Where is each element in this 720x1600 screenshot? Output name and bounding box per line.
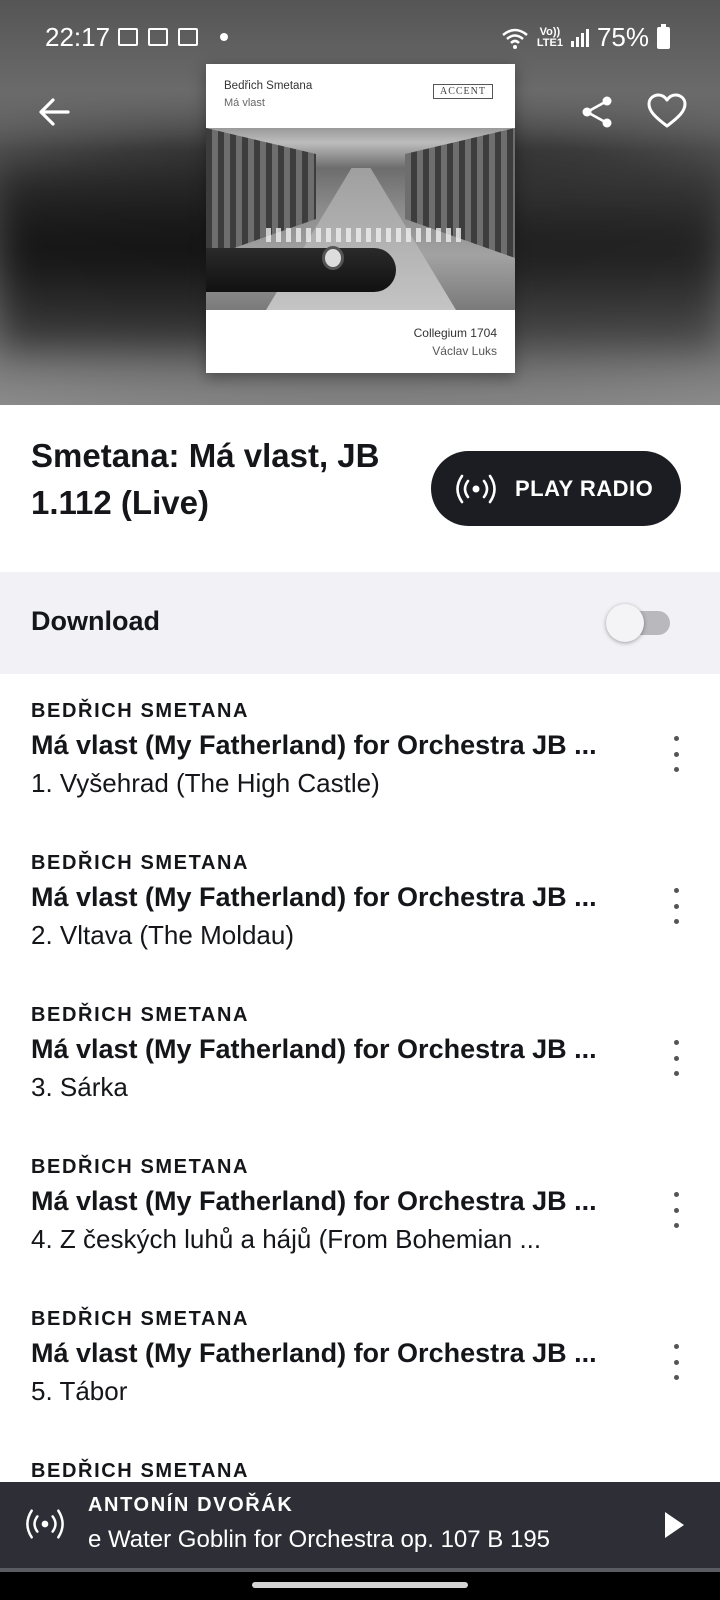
- track-composer: BEDŘICH SMETANA: [31, 1156, 250, 1178]
- track-composer: BEDŘICH SMETANA: [31, 1460, 250, 1482]
- album-hero: 22:17 Vo)) LTE1 75% Bedřich Smetana Má v…: [0, 0, 720, 405]
- volte-label: Vo)): [539, 25, 561, 38]
- track-name: 1. Vyšehrad (The High Castle): [31, 768, 380, 798]
- album-title: Smetana: Má vlast, JB 1.112 (Live): [31, 437, 380, 521]
- track-row[interactable]: BEDŘICH SMETANA Má vlast (My Fatherland)…: [0, 674, 720, 826]
- track-composer: BEDŘICH SMETANA: [31, 852, 250, 874]
- track-name: 3. Sárka: [31, 1072, 128, 1102]
- screen-cast-icon: [148, 28, 168, 46]
- play-radio-label: PLAY RADIO: [515, 475, 654, 501]
- download-toggle[interactable]: [606, 604, 670, 642]
- track-work: Má vlast (My Fatherland) for Orchestra J…: [31, 882, 597, 912]
- more-vertical-icon[interactable]: [664, 888, 688, 924]
- track-row[interactable]: BEDŘICH SMETANA Má vlast (My Fatherland)…: [0, 978, 720, 1130]
- photo-crosswalk: [266, 228, 466, 242]
- more-vertical-icon[interactable]: [664, 736, 688, 772]
- battery-icon: [657, 23, 670, 49]
- status-indicators: Vo)) LTE1 75%: [501, 22, 670, 53]
- arrow-left-icon[interactable]: [34, 92, 74, 132]
- play-radio-button[interactable]: PLAY RADIO: [431, 451, 681, 526]
- track-name: 4. Z českých luhů a hájů (From Bohemian …: [31, 1224, 542, 1254]
- mini-player[interactable]: ANTONÍN DVOŘÁK e Water Goblin for Orches…: [0, 1482, 720, 1568]
- cover-work: Má vlast: [224, 97, 265, 109]
- track-work: Má vlast (My Fatherland) for Orchestra J…: [31, 1338, 597, 1368]
- heart-outline-icon[interactable]: [647, 93, 687, 129]
- track-list: BEDŘICH SMETANA Má vlast (My Fatherland)…: [0, 674, 720, 1586]
- gallery-icon: [118, 28, 138, 46]
- track-work: Má vlast (My Fatherland) for Orchestra J…: [31, 730, 597, 760]
- photo-watch: [322, 246, 344, 270]
- share-icon[interactable]: [579, 94, 615, 130]
- more-vertical-icon[interactable]: [664, 1192, 688, 1228]
- cover-record-label: ACCENT: [433, 84, 493, 99]
- radio-broadcast-icon: [456, 474, 496, 503]
- more-vertical-icon[interactable]: [664, 1344, 688, 1380]
- download-row: Download: [0, 572, 720, 674]
- track-name: 2. Vltava (The Moldau): [31, 920, 295, 950]
- track-work: Má vlast (My Fatherland) for Orchestra J…: [31, 1186, 597, 1216]
- track-composer: BEDŘICH SMETANA: [31, 700, 250, 722]
- system-nav-bar: [0, 1572, 720, 1600]
- hero-backdrop-right: [490, 170, 720, 350]
- wifi-icon: [502, 28, 528, 49]
- track-composer: BEDŘICH SMETANA: [31, 1004, 250, 1026]
- signal-bars-icon: [570, 28, 589, 47]
- track-row[interactable]: BEDŘICH SMETANA Má vlast (My Fatherland)…: [0, 826, 720, 978]
- battery-percent: 75%: [596, 22, 649, 52]
- track-row[interactable]: BEDŘICH SMETANA Má vlast (My Fatherland)…: [0, 1282, 720, 1434]
- track-row[interactable]: BEDŘICH SMETANA Má vlast (My Fatherland)…: [0, 1130, 720, 1282]
- album-cover: Bedřich Smetana Má vlast ACCENT Collegiu…: [206, 64, 515, 373]
- cover-composer: Bedřich Smetana: [224, 80, 313, 92]
- home-gesture-handle[interactable]: [252, 1582, 468, 1588]
- track-work: Má vlast (My Fatherland) for Orchestra J…: [31, 1034, 597, 1064]
- cover-photo: [206, 128, 515, 310]
- more-notifications-icon: [220, 33, 228, 41]
- download-label: Download: [31, 606, 160, 636]
- hero-backdrop-left: [0, 170, 230, 350]
- lte-indicator: Vo)) LTE1: [536, 25, 563, 49]
- mini-player-composer: ANTONÍN DVOŘÁK: [88, 1494, 294, 1516]
- track-composer: BEDŘICH SMETANA: [31, 1308, 250, 1330]
- mini-player-title: e Water Goblin for Orchestra op. 107 B 1…: [88, 1526, 551, 1553]
- cover-ensemble: Collegium 1704: [413, 326, 497, 340]
- photo-arm: [206, 248, 396, 292]
- status-time: 22:17: [45, 22, 111, 52]
- track-name: 5. Tábor: [31, 1376, 128, 1406]
- notification-icons: [118, 28, 228, 46]
- play-icon[interactable]: [662, 1510, 686, 1540]
- toggle-knob: [606, 604, 644, 642]
- radio-broadcast-icon: [26, 1509, 64, 1539]
- more-vertical-icon[interactable]: [664, 1040, 688, 1076]
- lte-label: LTE1: [536, 36, 563, 49]
- cover-conductor: Václav Luks: [432, 344, 497, 358]
- calendar-icon: [178, 28, 198, 46]
